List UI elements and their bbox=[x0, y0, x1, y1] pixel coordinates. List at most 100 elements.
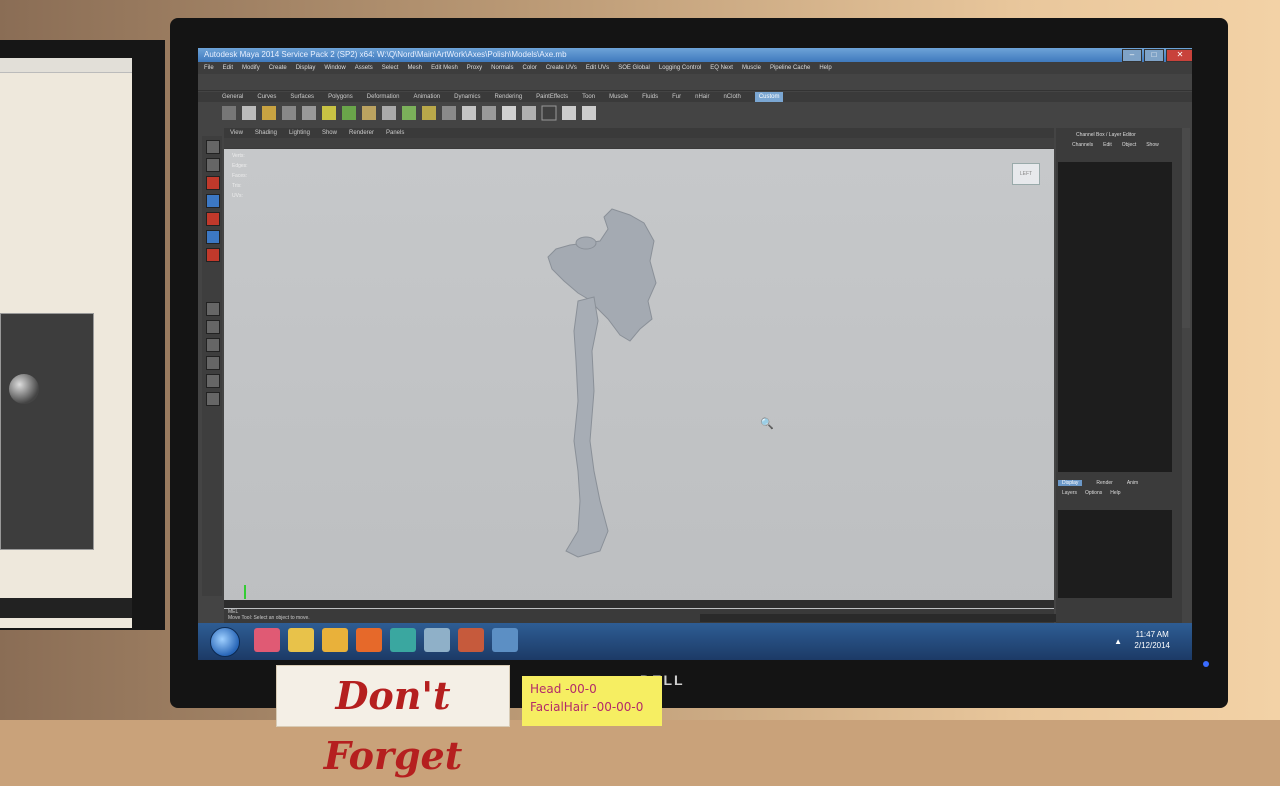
shelf-tab-fluids[interactable]: Fluids bbox=[642, 92, 658, 102]
viewcube[interactable]: LEFT bbox=[1012, 163, 1040, 185]
menu-soe-global[interactable]: SOE Global bbox=[618, 62, 650, 74]
shelf-icon[interactable] bbox=[541, 105, 557, 121]
shelf-tab-custom[interactable]: Custom bbox=[754, 92, 784, 102]
shelf-tab-general[interactable]: General bbox=[222, 92, 243, 102]
shelf-icon[interactable] bbox=[222, 106, 236, 120]
shelf-icon[interactable] bbox=[262, 106, 276, 120]
shelf-icon[interactable] bbox=[302, 106, 316, 120]
shelf-icon[interactable] bbox=[362, 106, 376, 120]
shelf-tab-curves[interactable]: Curves bbox=[257, 92, 276, 102]
shelf-tab-fur[interactable]: Fur bbox=[672, 92, 681, 102]
menu-create-uvs[interactable]: Create UVs bbox=[546, 62, 577, 74]
shelf-icon[interactable] bbox=[462, 106, 476, 120]
folder-icon[interactable] bbox=[322, 628, 348, 652]
shelf-tab-animation[interactable]: Animation bbox=[413, 92, 440, 102]
layout-four-icon[interactable] bbox=[206, 320, 220, 334]
side-dock-tabs[interactable] bbox=[1182, 128, 1190, 328]
menu-muscle[interactable]: Muscle bbox=[742, 62, 761, 74]
media-app-icon[interactable] bbox=[254, 628, 280, 652]
shelf-tab-surfaces[interactable]: Surfaces bbox=[290, 92, 314, 102]
shelf-tab-dynamics[interactable]: Dynamics bbox=[454, 92, 480, 102]
menu-eq-next[interactable]: EQ Next bbox=[710, 62, 733, 74]
axe-mesh[interactable] bbox=[534, 201, 684, 561]
shelf-icon[interactable] bbox=[382, 106, 396, 120]
shelf-tab-painteffects[interactable]: PaintEffects bbox=[536, 92, 568, 102]
channel-menu-channels[interactable]: Channels bbox=[1072, 142, 1093, 148]
menu-window[interactable]: Window bbox=[324, 62, 345, 74]
shelf-tab-rendering[interactable]: Rendering bbox=[494, 92, 522, 102]
shelf-tab-polygons[interactable]: Polygons bbox=[328, 92, 353, 102]
menu-logging-control[interactable]: Logging Control bbox=[659, 62, 701, 74]
menu-pipeline-cache[interactable]: Pipeline Cache bbox=[770, 62, 810, 74]
shelf-tab-toon[interactable]: Toon bbox=[582, 92, 595, 102]
panel-menu-view[interactable]: View bbox=[230, 128, 243, 138]
shelf-icon[interactable] bbox=[402, 106, 416, 120]
shelf-icon[interactable] bbox=[522, 106, 536, 120]
menu-select[interactable]: Select bbox=[382, 62, 399, 74]
layer-list[interactable] bbox=[1058, 510, 1172, 598]
lasso-tool-icon[interactable] bbox=[206, 158, 220, 172]
layer-tab-render[interactable]: Render bbox=[1096, 480, 1112, 486]
layer-tab-display[interactable]: Display bbox=[1058, 480, 1083, 486]
layout-side-icon[interactable] bbox=[206, 338, 220, 352]
shelf-icon[interactable] bbox=[562, 106, 576, 120]
menu-assets[interactable]: Assets bbox=[355, 62, 373, 74]
command-line[interactable]: MEL bbox=[224, 600, 1054, 615]
close-button[interactable]: ✕ bbox=[1166, 49, 1192, 62]
menu-help[interactable]: Help bbox=[819, 62, 831, 74]
channel-box-body[interactable] bbox=[1058, 162, 1172, 472]
layer-menu-help[interactable]: Help bbox=[1110, 490, 1120, 496]
layout-single-icon[interactable] bbox=[206, 302, 220, 316]
layer-menu-options[interactable]: Options bbox=[1085, 490, 1102, 496]
menu-color[interactable]: Color bbox=[522, 62, 536, 74]
shelf-icon[interactable] bbox=[442, 106, 456, 120]
firefox-icon[interactable] bbox=[356, 628, 382, 652]
window-app-icon[interactable] bbox=[492, 628, 518, 652]
minimize-button[interactable]: – bbox=[1122, 49, 1142, 62]
layout-persp-graph-icon[interactable] bbox=[206, 356, 220, 370]
panel-menu-panels[interactable]: Panels bbox=[386, 128, 404, 138]
shelf-icon[interactable] bbox=[322, 106, 336, 120]
shelf-tab-muscle[interactable]: Muscle bbox=[609, 92, 628, 102]
panel-menu-renderer[interactable]: Renderer bbox=[349, 128, 374, 138]
channel-menu-show[interactable]: Show bbox=[1146, 142, 1159, 148]
maya-tool-icon[interactable] bbox=[424, 628, 450, 652]
shelf-icon[interactable] bbox=[282, 106, 296, 120]
move-tool-icon[interactable] bbox=[206, 194, 220, 208]
menu-edit-uvs[interactable]: Edit UVs bbox=[586, 62, 609, 74]
layout-outliner-icon[interactable] bbox=[206, 374, 220, 388]
menu-display[interactable]: Display bbox=[296, 62, 316, 74]
menu-file[interactable]: File bbox=[204, 62, 214, 74]
shelf-icon[interactable] bbox=[482, 106, 496, 120]
tray-arrow-icon[interactable]: ▲ bbox=[1114, 637, 1122, 646]
layout-hypershade-icon[interactable] bbox=[206, 392, 220, 406]
panel-menu-lighting[interactable]: Lighting bbox=[289, 128, 310, 138]
menu-create[interactable]: Create bbox=[269, 62, 287, 74]
rotate-tool-icon[interactable] bbox=[206, 212, 220, 226]
material-sphere-icon[interactable] bbox=[9, 374, 39, 404]
shelf-icon[interactable] bbox=[342, 106, 356, 120]
paint-select-tool-icon[interactable] bbox=[206, 176, 220, 190]
menu-edit-mesh[interactable]: Edit Mesh bbox=[431, 62, 458, 74]
3d-viewport[interactable]: Verts:Edges:Faces:Tris:UVs: LEFT 🔍 persp bbox=[224, 149, 1054, 609]
shelf-tab-ncloth[interactable]: nCloth bbox=[723, 92, 740, 102]
user-app-icon[interactable] bbox=[458, 628, 484, 652]
menu-proxy[interactable]: Proxy bbox=[467, 62, 482, 74]
layer-menu-layers[interactable]: Layers bbox=[1062, 490, 1077, 496]
menu-normals[interactable]: Normals bbox=[491, 62, 513, 74]
channel-menu-object[interactable]: Object bbox=[1122, 142, 1136, 148]
layer-tab-anim[interactable]: Anim bbox=[1127, 480, 1138, 486]
menu-modify[interactable]: Modify bbox=[242, 62, 260, 74]
shelf-icon[interactable] bbox=[422, 106, 436, 120]
shelf-icon[interactable] bbox=[242, 106, 256, 120]
start-button[interactable] bbox=[210, 627, 240, 657]
menu-edit[interactable]: Edit bbox=[223, 62, 233, 74]
shelf-tab-nhair[interactable]: nHair bbox=[695, 92, 709, 102]
menu-mesh[interactable]: Mesh bbox=[407, 62, 422, 74]
manipulator-tool-icon[interactable] bbox=[206, 248, 220, 262]
shelf-tab-deformation[interactable]: Deformation bbox=[367, 92, 400, 102]
select-tool-icon[interactable] bbox=[206, 140, 220, 154]
shelf-icon[interactable] bbox=[502, 106, 516, 120]
explorer-icon[interactable] bbox=[288, 628, 314, 652]
maya-icon[interactable] bbox=[390, 628, 416, 652]
